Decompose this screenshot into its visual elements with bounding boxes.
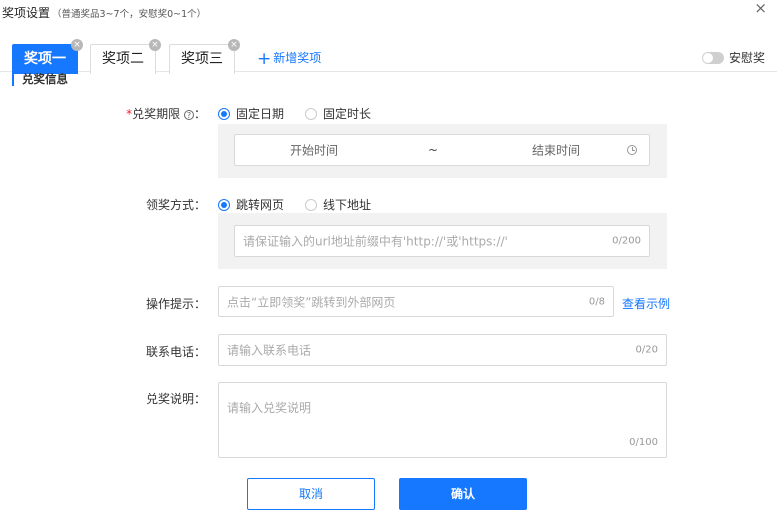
phone-label: 联系电话： — [145, 345, 206, 359]
add-prize-button[interactable]: + 新增奖项 — [257, 49, 321, 69]
prize-tabbar: 奖项一 × 奖项二 × 奖项三 × + 新增奖项 安慰奖 — [0, 38, 777, 74]
operation-tip-input[interactable]: 点击“立即领奖”跳转到外部网页 0/8 — [218, 286, 614, 317]
clock-icon — [627, 145, 637, 155]
view-example-link[interactable]: 查看示例 — [622, 295, 670, 312]
radio-label: 线下地址 — [323, 198, 372, 212]
tab-label: 奖项一 — [24, 51, 66, 67]
start-time-placeholder: 开始时间 — [290, 143, 339, 158]
label-colon: ： — [193, 107, 206, 121]
operation-tip-placeholder: 点击“立即领奖”跳转到外部网页 — [227, 295, 396, 309]
radio-dot — [218, 198, 230, 211]
dialog-title-text: 奖项设置 — [2, 6, 51, 20]
cancel-button[interactable]: 取消 — [247, 478, 375, 510]
tab-prize-2[interactable]: 奖项二 × — [90, 39, 161, 74]
end-time-placeholder: 结束时间 — [532, 143, 581, 158]
redeem-period-label: *兑奖期限 ?： — [106, 105, 206, 122]
tab-close-icon[interactable]: × — [228, 39, 240, 51]
close-icon[interactable]: × — [754, 0, 767, 16]
tab-label: 奖项三 — [181, 51, 223, 67]
radio-label: 固定日期 — [236, 107, 285, 121]
description-placeholder: 请输入兑奖说明 — [227, 401, 312, 415]
radio-fixed-duration[interactable]: 固定时长 — [305, 105, 371, 122]
url-input[interactable]: 请保证输入的url地址前缀中有'http://'或'https://' 0/20… — [234, 225, 650, 257]
dialog-header: 奖项设置 （普通奖品3~7个，安慰奖0~1个） × — [0, 0, 777, 26]
dialog-subtitle: （普通奖品3~7个，安慰奖0~1个） — [52, 9, 207, 20]
description-textarea[interactable]: 请输入兑奖说明 0/100 — [218, 382, 667, 458]
radio-offline-address[interactable]: 线下地址 — [305, 196, 371, 213]
add-prize-label: 新增奖项 — [273, 51, 322, 65]
consolation-toggle-switch[interactable] — [701, 51, 724, 64]
consolation-toggle-group: 安慰奖 — [701, 49, 765, 66]
confirm-button[interactable]: 确认 — [399, 478, 527, 510]
url-panel: 请保证输入的url地址前缀中有'http://'或'https://' 0/20… — [218, 213, 667, 269]
section-title: 兑奖信息 — [12, 73, 68, 86]
date-range-picker[interactable]: 开始时间 ~ 结束时间 — [234, 134, 650, 166]
radio-dot — [218, 107, 230, 120]
range-separator: ~ — [428, 143, 439, 157]
description-char-count: 0/100 — [629, 437, 658, 448]
redeem-period-label-text: 兑奖期限 — [132, 107, 181, 121]
tab-close-icon[interactable]: × — [71, 39, 83, 51]
consolation-label: 安慰奖 — [728, 51, 765, 65]
plus-icon: + — [257, 49, 272, 69]
phone-input[interactable]: 请输入联系电话 0/20 — [218, 334, 667, 366]
tab-label: 奖项二 — [102, 51, 144, 67]
radio-redirect-webpage[interactable]: 跳转网页 — [218, 196, 284, 213]
tab-close-icon[interactable]: × — [149, 39, 161, 51]
claim-method-label: 领奖方式： — [145, 198, 206, 212]
dialog-title: 奖项设置 （普通奖品3~7个，安慰奖0~1个） — [2, 4, 206, 21]
help-icon[interactable]: ? — [183, 110, 194, 120]
radio-label: 跳转网页 — [236, 198, 285, 212]
radio-dot — [305, 107, 317, 120]
operation-tip-label: 操作提示： — [145, 297, 206, 311]
tab-prize-3[interactable]: 奖项三 × — [169, 39, 240, 74]
phone-char-count: 0/20 — [635, 344, 658, 356]
radio-fixed-date[interactable]: 固定日期 — [218, 105, 284, 122]
phone-placeholder: 请输入联系电话 — [227, 343, 312, 358]
date-range-panel: 开始时间 ~ 结束时间 — [218, 124, 667, 178]
radio-dot — [305, 198, 317, 211]
operation-tip-char-count: 0/8 — [588, 296, 605, 307]
url-char-count: 0/200 — [612, 235, 641, 247]
radio-label: 固定时长 — [323, 107, 372, 121]
tab-prize-1[interactable]: 奖项一 × — [12, 39, 83, 74]
description-label: 兑奖说明： — [145, 392, 206, 406]
url-placeholder: 请保证输入的url地址前缀中有'http://'或'https://' — [243, 234, 508, 249]
